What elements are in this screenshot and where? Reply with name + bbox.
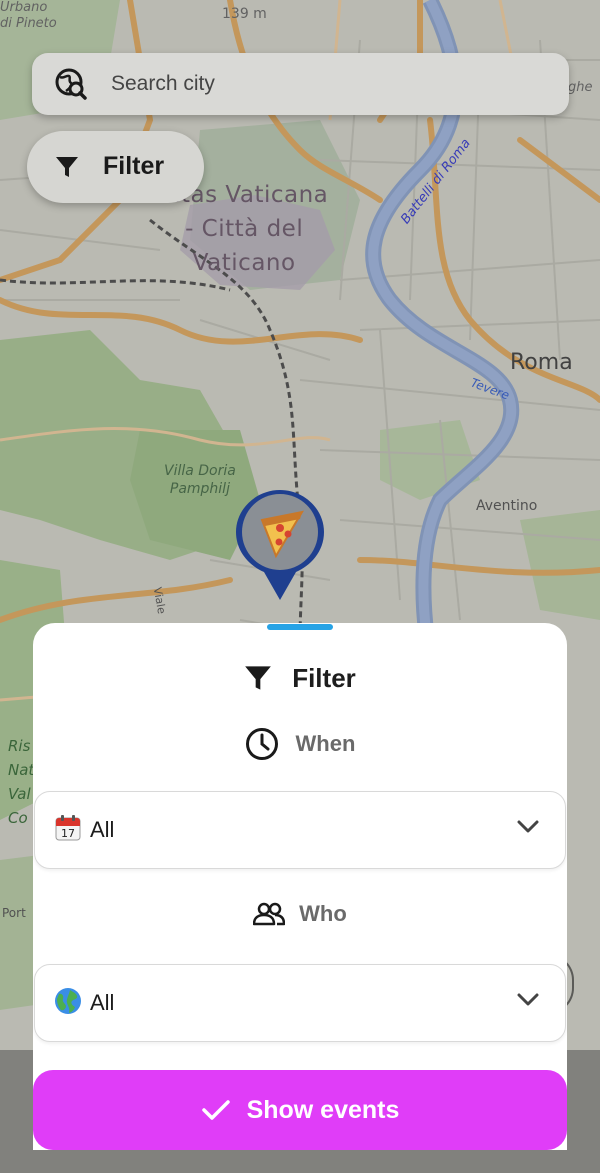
when-selected-value: All: [90, 817, 115, 842]
show-events-button[interactable]: Show events: [33, 1070, 567, 1150]
sheet-title: Filter: [292, 662, 356, 693]
when-dropdown[interactable]: 17 All: [34, 791, 566, 869]
show-events-label: Show events: [246, 1095, 400, 1124]
check-icon: [201, 1100, 230, 1120]
svg-text:17: 17: [61, 827, 75, 840]
filter-button[interactable]: Filter: [27, 131, 204, 203]
who-section-header: Who: [33, 899, 567, 929]
clock-icon: [245, 728, 278, 760]
globe-search-icon: [55, 68, 87, 100]
filter-funnel-icon: [56, 157, 78, 177]
filter-funnel-icon: [245, 666, 272, 690]
sheet-drag-handle[interactable]: [267, 624, 333, 630]
who-dropdown[interactable]: All: [34, 964, 566, 1042]
search-bar[interactable]: Search city: [32, 53, 569, 115]
when-label: When: [295, 731, 356, 756]
when-section-header: When: [33, 727, 567, 761]
who-label: Who: [299, 901, 347, 926]
chevron-down-icon: [517, 993, 539, 1006]
filter-button-label: Filter: [103, 152, 165, 180]
calendar-icon: 17: [55, 815, 81, 841]
search-input[interactable]: Search city: [111, 72, 215, 96]
sheet-header: Filter: [33, 663, 567, 693]
people-icon: [253, 902, 286, 926]
globe-icon: [55, 988, 81, 1014]
map-pin-icon: [236, 490, 324, 600]
event-map-marker[interactable]: [232, 486, 328, 604]
chevron-down-icon: [517, 820, 539, 833]
who-selected-value: All: [90, 990, 115, 1015]
